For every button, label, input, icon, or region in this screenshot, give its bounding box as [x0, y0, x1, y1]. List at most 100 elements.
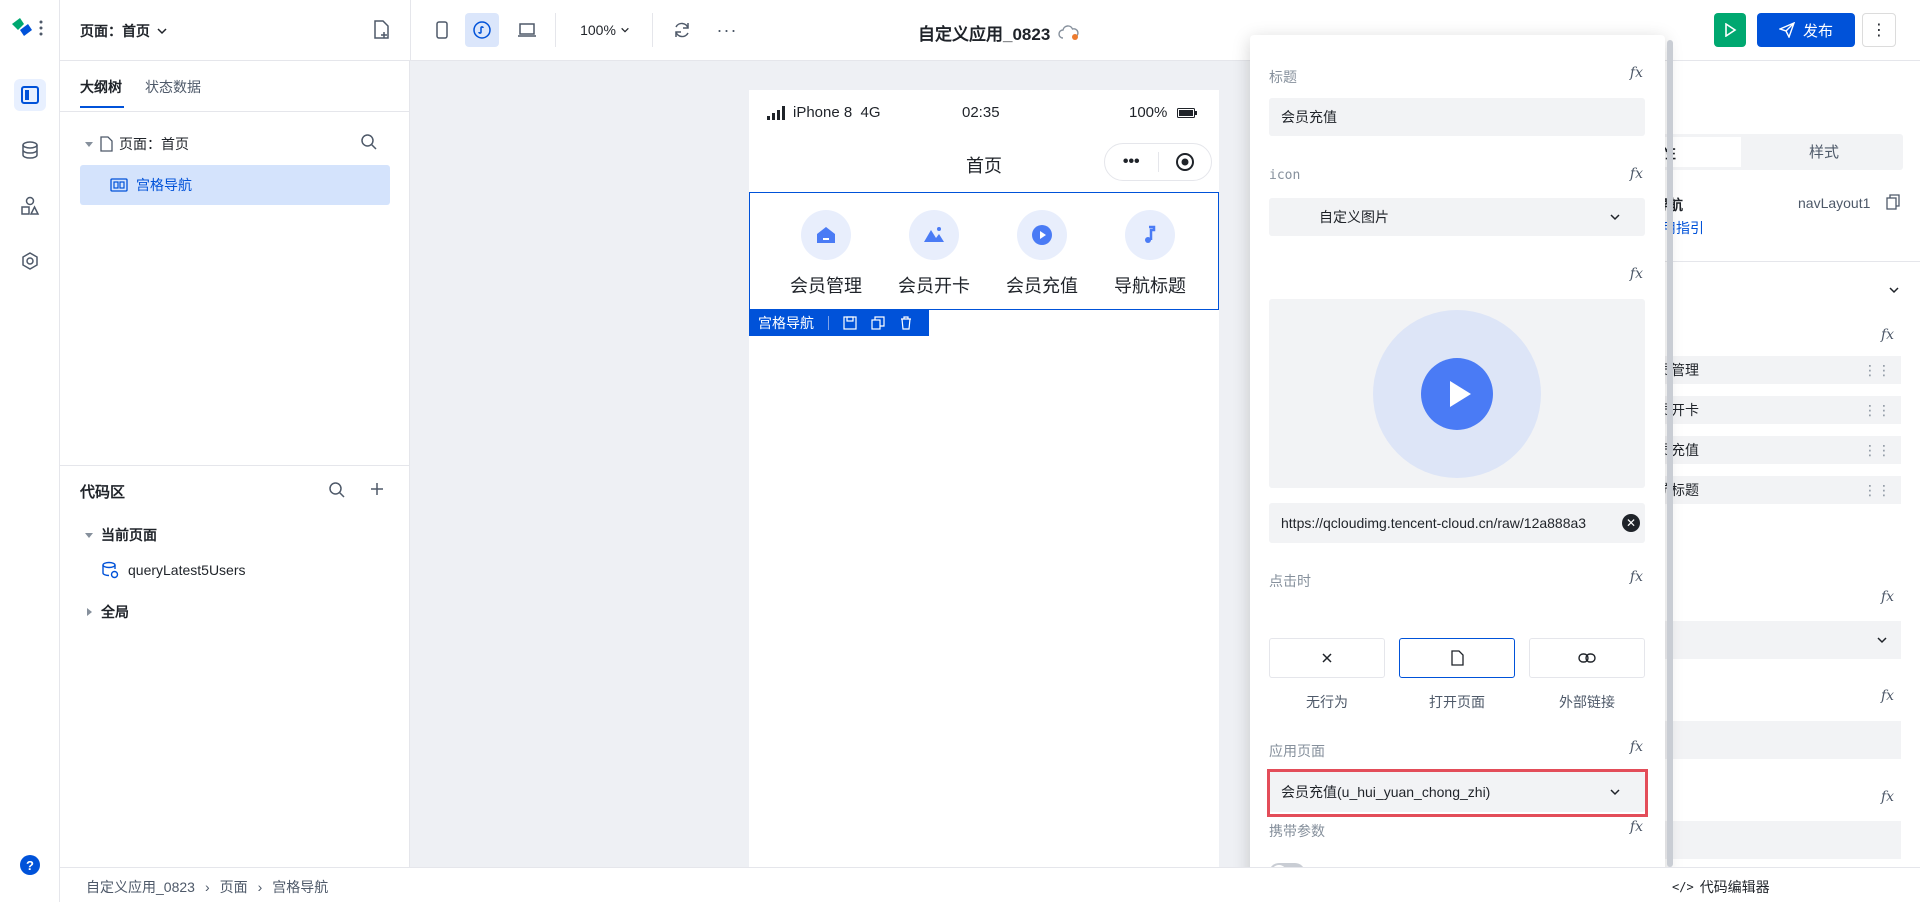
title-input[interactable]: 会员充值: [1269, 98, 1645, 136]
fx-icon[interactable]: fx: [1881, 688, 1894, 704]
image-preview[interactable]: [1269, 299, 1645, 488]
copy-id-icon[interactable]: [1886, 194, 1900, 210]
mobile-view-button[interactable]: [425, 13, 459, 47]
tree-item-label: 宫格导航: [136, 177, 192, 193]
code-editor-button[interactable]: </> 代码编辑器: [1672, 877, 1770, 897]
drag-handle-icon[interactable]: ⋮⋮: [1863, 356, 1891, 384]
search-icon[interactable]: [360, 133, 378, 151]
tree-root[interactable]: 页面：首页: [85, 134, 189, 154]
capsule-more-icon[interactable]: •••: [1105, 153, 1158, 171]
current-page-label: 当前页面: [101, 527, 157, 543]
fx-icon[interactable]: fx: [1881, 589, 1894, 605]
outline-icon[interactable]: [14, 79, 46, 111]
page-selector[interactable]: 页面：首页: [80, 21, 168, 41]
drag-handle-icon[interactable]: ⋮⋮: [1863, 396, 1891, 424]
miniprogram-view-button[interactable]: [465, 13, 499, 47]
pc-view-button[interactable]: [510, 13, 544, 47]
capsule-close-icon[interactable]: [1158, 152, 1211, 172]
icon-select[interactable]: 自定义图片: [1269, 198, 1645, 236]
page-selector-label: 页面：首页: [80, 23, 150, 39]
delete-icon[interactable]: [899, 316, 913, 330]
fx-icon[interactable]: fx: [1881, 327, 1894, 343]
status-time: 02:35: [962, 104, 1000, 121]
add-code-icon[interactable]: [369, 481, 385, 497]
divider: [652, 13, 653, 47]
fx-icon[interactable]: fx: [1630, 569, 1643, 585]
chevron-down-icon: [621, 27, 629, 33]
app-title-text: 自定义应用_0823: [918, 25, 1051, 44]
action-open-page-button[interactable]: [1399, 638, 1515, 678]
nav-config-item-2[interactable]: 会员充值⋮⋮: [1641, 436, 1901, 464]
fx-icon[interactable]: fx: [1881, 789, 1894, 805]
tab-style[interactable]: 样式: [1809, 141, 1839, 162]
preview-circle: [1373, 309, 1541, 478]
play-circle-icon: [1421, 357, 1493, 430]
left-rail: ?: [0, 0, 60, 902]
query-name: queryLatest5Users: [128, 562, 246, 578]
refresh-icon[interactable]: [665, 13, 699, 47]
component-tag[interactable]: 宫格导航: [749, 310, 929, 336]
right-input[interactable]: [1641, 821, 1901, 859]
music-note-icon: [1125, 210, 1175, 260]
query-db-icon: [102, 561, 119, 579]
send-icon: [1778, 22, 1795, 38]
components-icon[interactable]: [14, 190, 46, 222]
nav-config-item-0[interactable]: 会员管理⋮⋮: [1641, 356, 1901, 384]
run-button[interactable]: [1714, 13, 1746, 47]
right-panel: 性 样式 格导航 navLayout1 使用指引 fx 会员管理⋮⋮ 会员开卡⋮…: [1640, 61, 1920, 867]
fx-icon[interactable]: fx: [1630, 266, 1643, 282]
right-input[interactable]: [1641, 721, 1901, 759]
nav-config-item-1[interactable]: 会员开卡⋮⋮: [1641, 396, 1901, 424]
chevron-down-icon[interactable]: [1888, 284, 1900, 296]
right-select[interactable]: [1641, 621, 1901, 659]
tree-current-page[interactable]: 当前页面: [85, 525, 157, 545]
drag-handle-icon[interactable]: ⋮⋮: [1863, 476, 1891, 504]
publish-button[interactable]: 发布: [1757, 13, 1855, 47]
fx-icon[interactable]: fx: [1630, 65, 1643, 81]
image-url-input[interactable]: https://qcloudimg.tencent-cloud.cn/raw/1…: [1269, 503, 1645, 543]
nav-item-0[interactable]: 会员管理: [772, 210, 880, 298]
publish-label: 发布: [1802, 22, 1833, 40]
breadcrumb-item[interactable]: 页面: [220, 877, 248, 897]
popover-scrollbar[interactable]: [1667, 40, 1673, 867]
tab-state-data[interactable]: 状态数据: [145, 77, 201, 97]
zoom-select[interactable]: 100%: [570, 13, 640, 47]
add-page-icon[interactable]: [372, 20, 390, 40]
code-search-icon[interactable]: [328, 481, 346, 499]
save-icon[interactable]: [843, 316, 857, 330]
play-icon: [1725, 23, 1737, 37]
status-bar-right: 100%: [1129, 104, 1198, 121]
app-logo[interactable]: [10, 16, 46, 40]
global-label: 全局: [101, 604, 129, 620]
tab-outline[interactable]: 大纲树: [80, 77, 122, 97]
cloud-sync-icon: [1058, 24, 1079, 40]
settings-hex-icon[interactable]: [14, 245, 46, 277]
action-external-link-button[interactable]: [1529, 638, 1645, 678]
overflow-menu-button[interactable]: ⋮: [1862, 13, 1896, 47]
nav-item-label: 会员充值: [1006, 276, 1078, 296]
nav-item-2[interactable]: 会员充值: [988, 210, 1096, 298]
fx-icon[interactable]: fx: [1630, 166, 1643, 182]
tree-item-grid-nav[interactable]: 宫格导航: [80, 165, 390, 205]
help-icon[interactable]: ?: [20, 855, 40, 875]
clear-icon[interactable]: ✕: [1622, 514, 1640, 532]
database-icon[interactable]: [14, 134, 46, 166]
capsule-menu[interactable]: •••: [1104, 143, 1212, 181]
more-icon[interactable]: ···: [710, 13, 744, 47]
query-item[interactable]: queryLatest5Users: [100, 560, 246, 580]
battery-icon: [1177, 107, 1198, 118]
breadcrumb-item[interactable]: 宫格导航: [272, 877, 328, 897]
nav-item-3[interactable]: 导航标题: [1096, 210, 1204, 298]
nav-item-label: 导航标题: [1114, 276, 1186, 296]
fx-icon[interactable]: fx: [1630, 819, 1643, 835]
nav-item-1[interactable]: 会员开卡: [880, 210, 988, 298]
divider: [1641, 261, 1920, 262]
page-icon: [1451, 650, 1464, 666]
copy-icon[interactable]: [871, 316, 885, 330]
breadcrumb-item[interactable]: 自定义应用_0823: [86, 877, 195, 897]
action-none-button[interactable]: [1269, 638, 1385, 678]
nav-config-item-3[interactable]: 导航标题⋮⋮: [1641, 476, 1901, 504]
drag-handle-icon[interactable]: ⋮⋮: [1863, 436, 1891, 464]
tree-global[interactable]: 全局: [85, 602, 129, 622]
fx-icon[interactable]: fx: [1630, 739, 1643, 755]
